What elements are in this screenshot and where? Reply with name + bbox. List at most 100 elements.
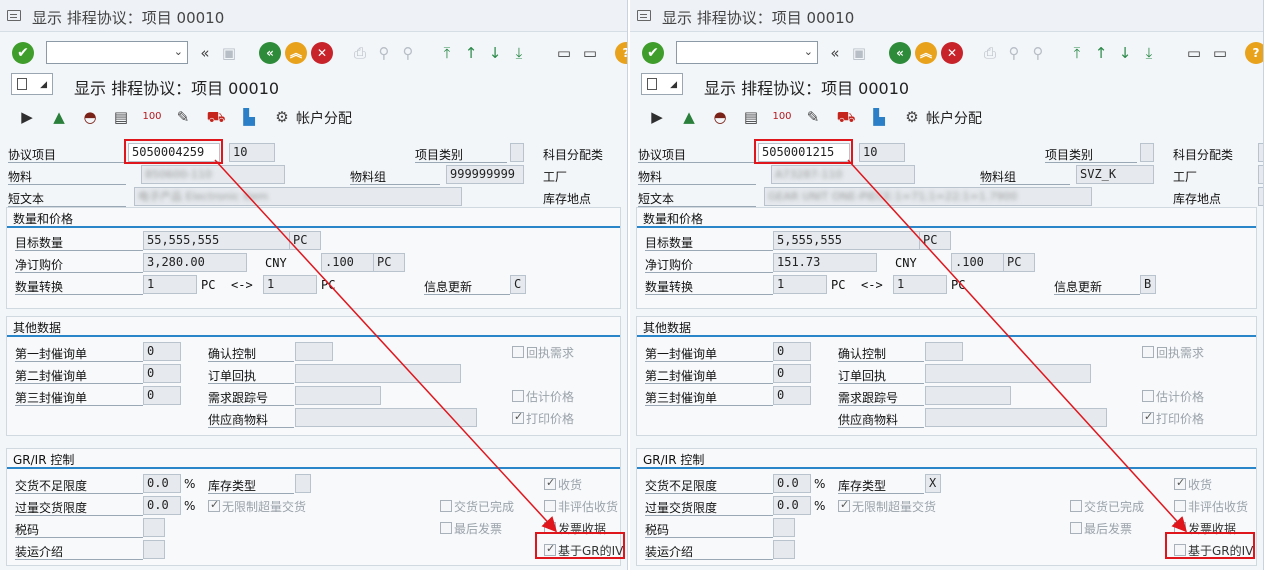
execute-icon[interactable]: ▶ [646,106,668,128]
find-next-icon[interactable]: ⚲ [1027,42,1049,64]
non-valuated-gr-checkbox[interactable] [1174,500,1186,512]
double-chevron-left-icon[interactable]: « [194,42,216,64]
info-update-field[interactable]: C [510,275,526,294]
print-price-checkbox[interactable] [512,410,524,424]
tax-code-field[interactable] [773,518,795,537]
account-assignment-label[interactable]: 帐户分配 [926,108,982,128]
document-search-icon[interactable]: ▤ [740,106,762,128]
material-field[interactable]: 850600-110 [141,165,285,184]
overdelivery-field[interactable]: 0.0 [773,496,811,515]
vendor-material-field[interactable] [925,408,1107,427]
save-icon[interactable]: ▣ [848,42,870,64]
order-ack-field[interactable] [295,364,461,383]
double-chevron-left-icon[interactable]: « [824,42,846,64]
unlimited-overdelivery-checkbox[interactable] [838,498,850,512]
conv-left-field[interactable]: 1 [143,275,197,294]
help-icon[interactable]: ? [615,42,627,64]
ack-required-checkbox[interactable] [1142,346,1154,358]
confirmation-control-field[interactable] [925,342,963,361]
delivery-truck-icon[interactable]: ⛟ [205,106,227,128]
price-unit-uom-field[interactable]: PC [1003,253,1035,272]
calendar-100-icon[interactable]: 100 [771,106,793,128]
enter-checkmark-icon[interactable]: ✔ [12,42,34,64]
bar-chart-icon[interactable]: ▙ [238,106,260,128]
edit-document-icon[interactable]: ✎ [802,106,824,128]
material-group-field[interactable]: SVZ_K [1076,165,1154,184]
window-menu-icon[interactable] [7,10,21,21]
find-icon[interactable]: ⚲ [373,42,395,64]
short-text-field[interactable]: 电子产品 Electronic Item [134,187,462,206]
conv-right-field[interactable]: 1 [263,275,317,294]
conv-right-field[interactable]: 1 [893,275,947,294]
shipping-instr-field[interactable] [773,540,795,559]
req-tracking-field[interactable] [925,386,1011,405]
target-quantity-field[interactable]: 55,555,555 [143,231,291,250]
unlimited-overdelivery-checkbox[interactable] [208,498,220,512]
first-page-icon[interactable]: ⤒ [1066,42,1088,64]
execute-icon[interactable]: ▶ [16,106,38,128]
edit-document-icon[interactable]: ✎ [172,106,194,128]
net-price-field[interactable]: 151.73 [773,253,877,272]
cancel-icon[interactable]: ✕ [311,42,333,64]
shortcut-icon[interactable]: ▭ [579,42,601,64]
item-number-field[interactable]: 10 [859,143,905,162]
last-page-icon[interactable]: ⤓ [508,42,530,64]
goods-receipt-checkbox[interactable] [1174,476,1186,490]
price-unit-uom-field[interactable]: PC [373,253,405,272]
info-update-field[interactable]: B [1140,275,1156,294]
order-ack-field[interactable] [925,364,1091,383]
plant-field[interactable] [1258,165,1263,184]
target-unit-field[interactable]: PC [919,231,951,250]
storage-location-field[interactable] [1258,187,1263,206]
acct-assign-category-field[interactable] [1258,143,1263,162]
new-session-icon[interactable]: ▭ [1183,42,1205,64]
net-price-field[interactable]: 3,280.00 [143,253,247,272]
find-icon[interactable]: ⚲ [1003,42,1025,64]
enter-checkmark-icon[interactable]: ✔ [642,42,664,64]
print-price-checkbox[interactable] [1142,410,1154,424]
material-group-field[interactable]: 999999999 [446,165,524,184]
short-text-field[interactable]: GEAR UNIT ONE-PIECE:1=71;1=22;1=1.7900 [764,187,1092,206]
mountain-chart-icon[interactable]: ▲ [678,106,700,128]
ack-required-checkbox[interactable] [512,346,524,358]
print-icon[interactable]: ⎙ [979,42,1001,64]
price-unit-field[interactable]: .100 [321,253,375,272]
help-icon[interactable]: ? [1245,42,1263,64]
save-icon[interactable]: ▣ [218,42,240,64]
back-icon[interactable]: « [889,42,911,64]
item-number-field[interactable]: 10 [229,143,275,162]
delivery-truck-icon[interactable]: ⛟ [835,106,857,128]
item-category-field[interactable] [1140,143,1154,162]
price-unit-field[interactable]: .100 [951,253,1005,272]
first-page-icon[interactable]: ⤒ [436,42,458,64]
shortcut-icon[interactable]: ▭ [1209,42,1231,64]
calendar-100-icon[interactable]: 100 [141,106,163,128]
document-search-icon[interactable]: ▤ [110,106,132,128]
req-tracking-field[interactable] [295,386,381,405]
hat-icon[interactable]: ◓ [709,106,731,128]
underdelivery-field[interactable]: 0.0 [143,474,181,493]
non-valuated-gr-checkbox[interactable] [544,500,556,512]
account-assignment-icon[interactable]: ⚙ [271,106,293,128]
new-session-icon[interactable]: ▭ [553,42,575,64]
tax-code-field[interactable] [143,518,165,537]
confirmation-control-field[interactable] [295,342,333,361]
find-next-icon[interactable]: ⚲ [397,42,419,64]
conv-left-field[interactable]: 1 [773,275,827,294]
item-category-field[interactable] [510,143,524,162]
chevron-down-icon[interactable]: ⌄ [174,45,183,58]
goods-receipt-checkbox[interactable] [544,476,556,490]
reminder3-field[interactable]: 0 [773,386,811,405]
final-invoice-checkbox[interactable] [1070,522,1082,534]
bar-chart-icon[interactable]: ▙ [868,106,890,128]
reminder1-field[interactable]: 0 [773,342,811,361]
overdelivery-field[interactable]: 0.0 [143,496,181,515]
material-field[interactable]: A73287-110 [771,165,915,184]
exit-icon[interactable]: ︽ [915,42,937,64]
target-quantity-field[interactable]: 5,555,555 [773,231,921,250]
vendor-material-field[interactable] [295,408,477,427]
reminder2-field[interactable]: 0 [143,364,181,383]
estimated-price-checkbox[interactable] [512,390,524,402]
delivery-completed-checkbox[interactable] [440,500,452,512]
final-invoice-checkbox[interactable] [440,522,452,534]
